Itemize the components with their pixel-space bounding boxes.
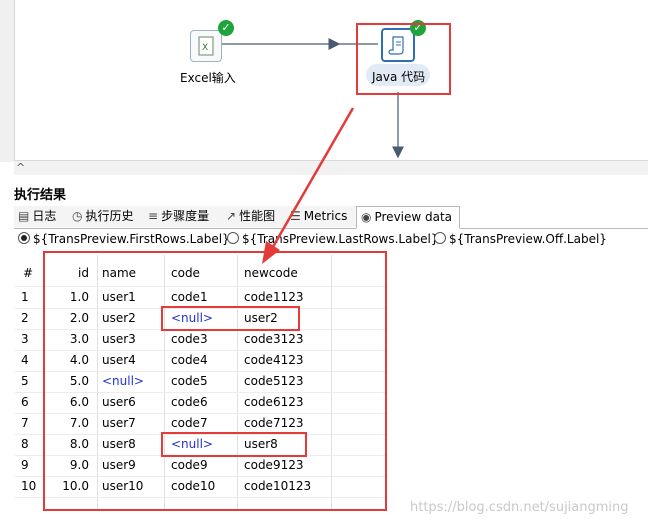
watermark: https://blog.csdn.net/sujiangming [410, 500, 629, 515]
annotation-arrow [262, 107, 355, 264]
